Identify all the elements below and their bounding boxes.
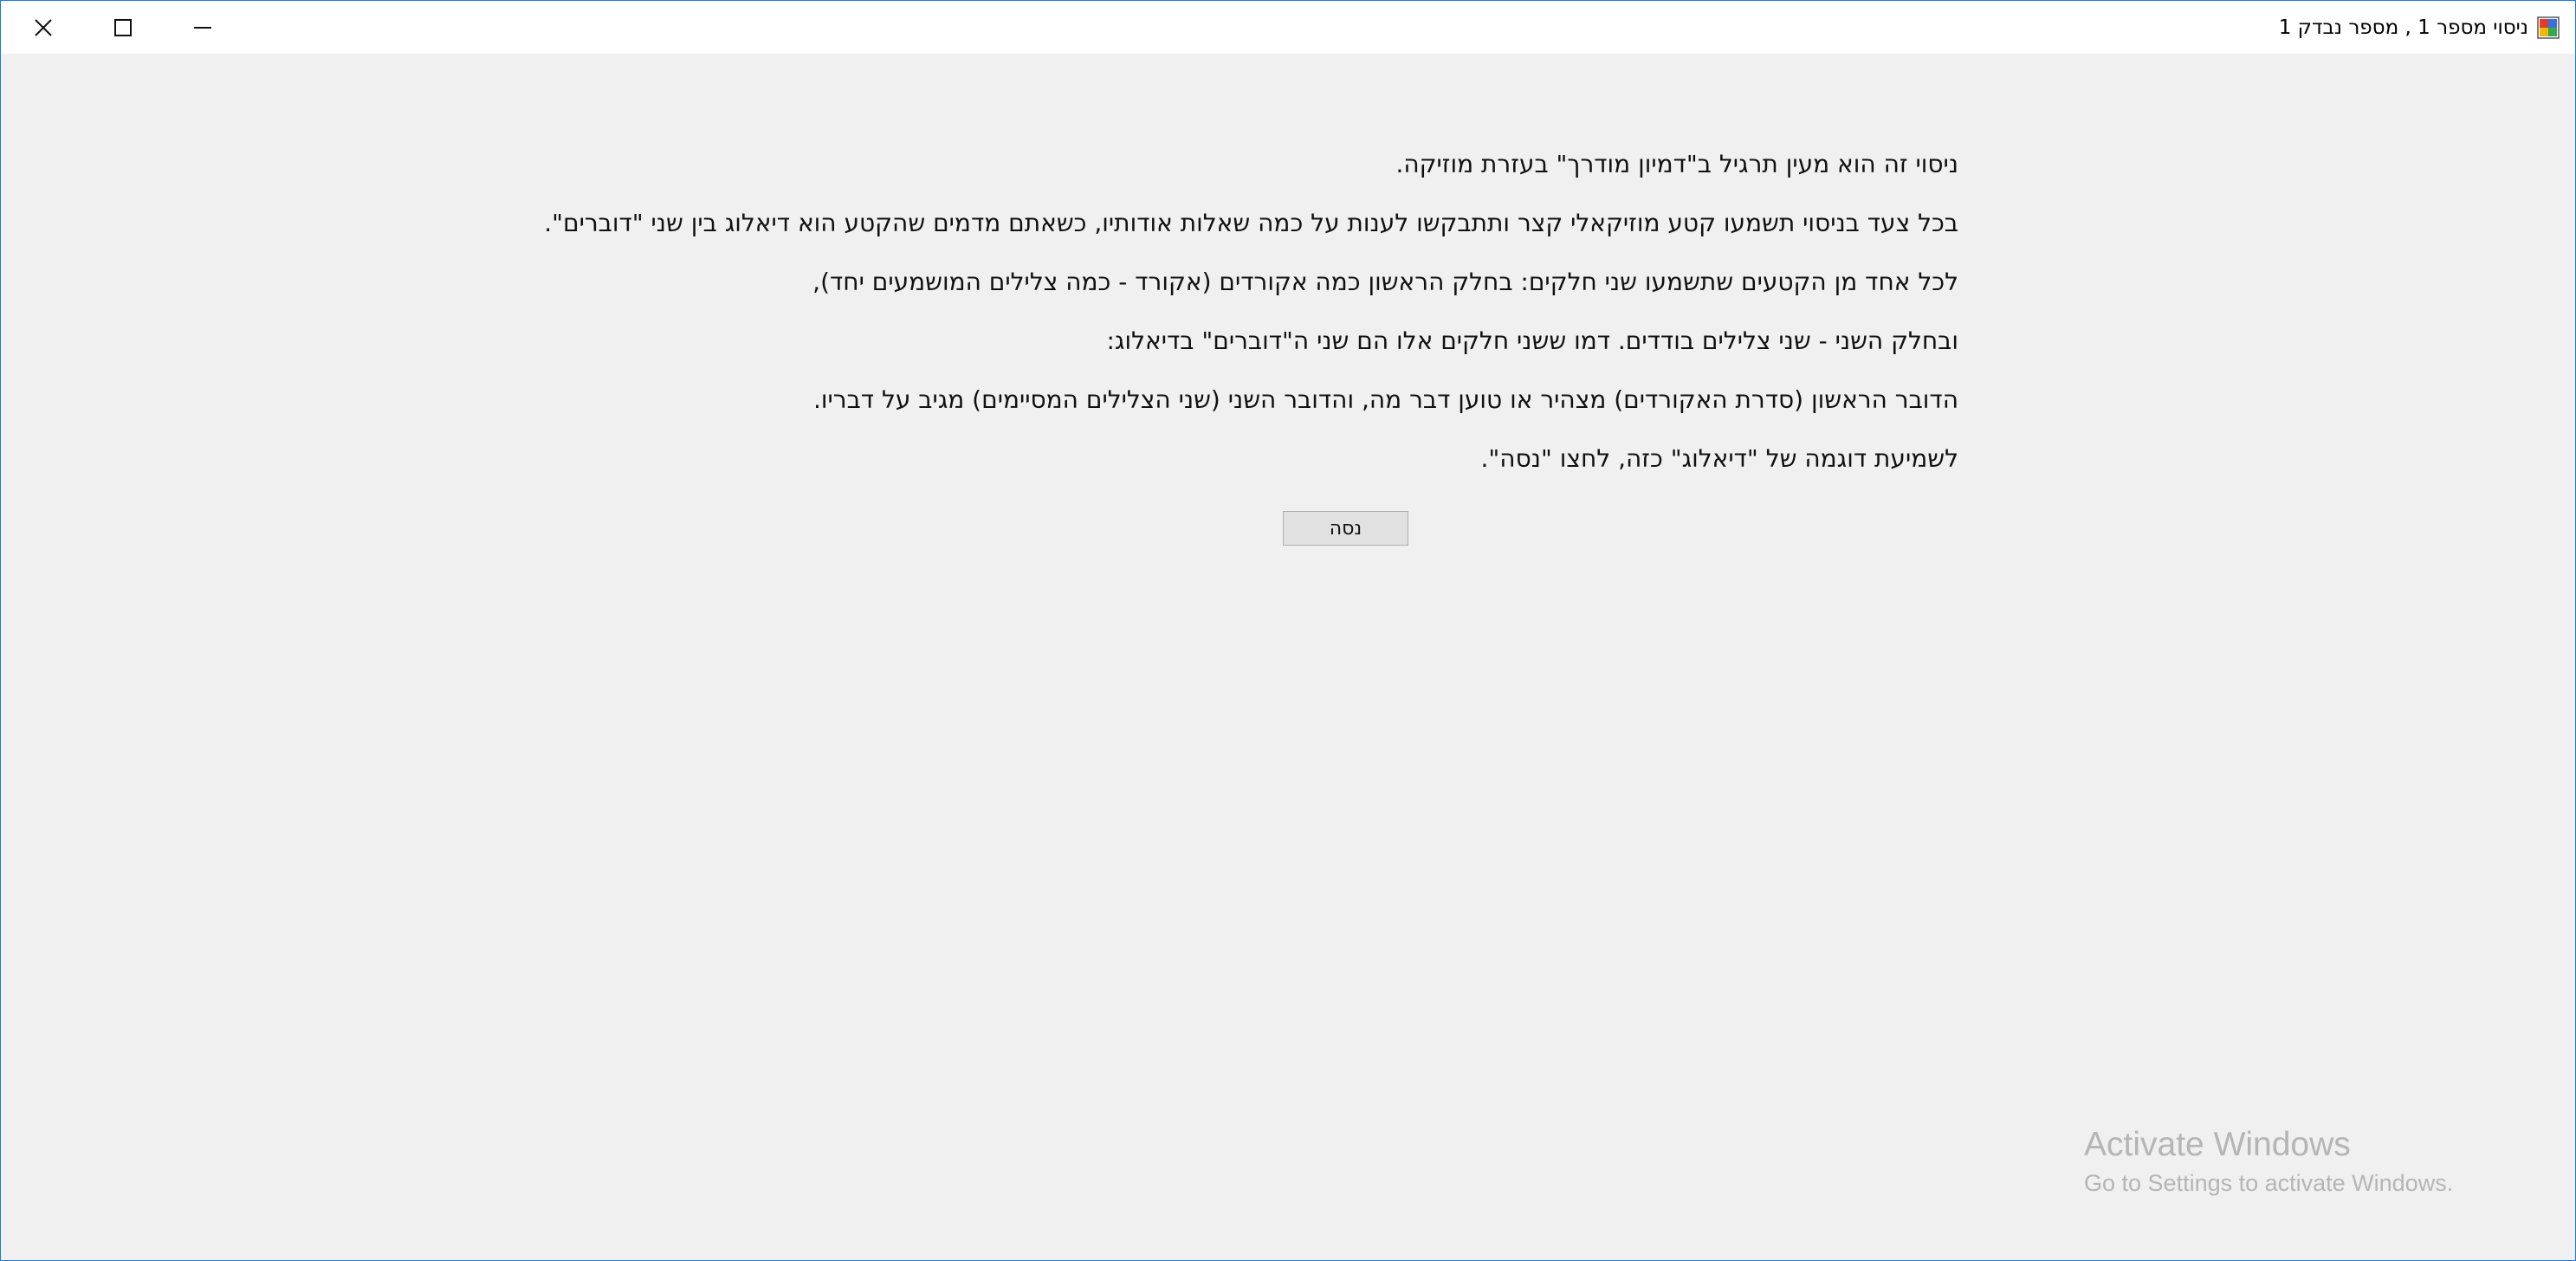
maximize-icon <box>114 18 132 36</box>
try-button[interactable]: נסה <box>1283 511 1408 546</box>
watermark-subtitle: Go to Settings to activate Windows. <box>2084 1170 2454 1196</box>
app-icon <box>2537 16 2560 39</box>
app-window: ניסוי מספר 1 , מספר נבדק 1 ניסוי זה הוא … <box>0 0 2576 1261</box>
instruction-line: בכל צעד בניסוי תשמעו קטע מוזיקאלי קצר ות… <box>544 209 1958 237</box>
close-icon <box>34 18 53 37</box>
activation-watermark: Activate Windows Go to Settings to activ… <box>2084 1122 2453 1199</box>
instruction-line: הדובר הראשון (סדרת האקורדים) מצהיר או טו… <box>812 385 1958 414</box>
close-button[interactable] <box>3 1 83 54</box>
watermark-title: Activate Windows <box>2084 1126 2351 1163</box>
instructions-panel: ניסוי זה הוא מעין תרגיל ב"דמיון מודרך" ב… <box>1 148 1958 501</box>
minimize-button[interactable] <box>163 1 243 54</box>
maximize-button[interactable] <box>83 1 163 54</box>
instruction-line: ובחלק השני - שני צלילים בודדים. דמו ששני… <box>1106 327 1959 355</box>
instruction-line: לכל אחד מן הקטעים שתשמעו שני חלקים: בחלק… <box>812 268 1958 296</box>
instruction-line: ניסוי זה הוא מעין תרגיל ב"דמיון מודרך" ב… <box>1395 150 1958 178</box>
title-area: ניסוי מספר 1 , מספר נבדק 1 <box>2279 1 2560 54</box>
minimize-icon <box>193 18 212 37</box>
title-bar[interactable]: ניסוי מספר 1 , מספר נבדק 1 <box>1 1 2575 54</box>
window-title: ניסוי מספר 1 , מספר נבדק 1 <box>2278 16 2528 39</box>
instruction-line: לשמיעת דוגמה של "דיאלוג" כזה, לחצו "נסה"… <box>1480 444 1958 473</box>
